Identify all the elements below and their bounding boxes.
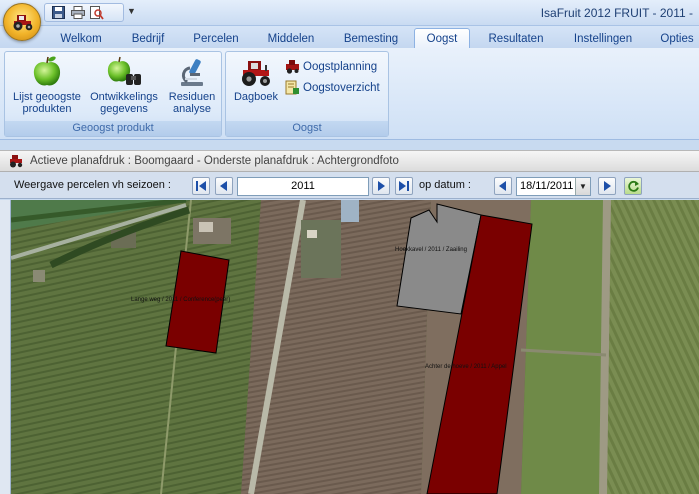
lijst-geoogste-produkten-button[interactable]: Lijst geoogste produkten	[8, 55, 86, 115]
date-value: 18/11/2011	[520, 180, 574, 192]
panel-title: Actieve planafdruk : Boomgaard - Onderst…	[30, 155, 399, 167]
last-season-button[interactable]	[395, 177, 413, 195]
dagboek-button[interactable]: Dagboek	[228, 55, 284, 103]
first-season-button[interactable]	[192, 177, 210, 195]
previous-icon	[499, 181, 506, 191]
season-input[interactable]: 2011	[237, 177, 369, 196]
tab-welkom[interactable]: Welkom	[56, 29, 106, 48]
group-caption-oogst: Oogst	[226, 121, 388, 136]
refresh-icon	[627, 180, 639, 192]
dagboek-label: Dagboek	[233, 91, 279, 103]
tractor-icon	[13, 15, 33, 31]
previous-season-button[interactable]	[215, 177, 233, 195]
tab-instellingen[interactable]: Instellingen	[566, 29, 640, 48]
window-title: IsaFruit 2012 FRUIT - 2011 -	[540, 6, 693, 20]
ribbon-tabs: Welkom Bedrijf Percelen Middelen Bemesti…	[0, 26, 699, 49]
map-view[interactable]: Lange weg / 2011 / Conference(peer) Hoek…	[11, 200, 699, 494]
lijst-geoogste-produkten-label: Lijst geoogste produkten	[13, 91, 81, 115]
planning-icon	[286, 60, 299, 74]
save-icon[interactable]	[51, 6, 66, 20]
oogstplanning-label: Oogstplanning	[303, 60, 378, 73]
oogstoverzicht-label: Oogstoverzicht	[303, 81, 380, 94]
print-icon[interactable]	[70, 6, 85, 20]
next-icon	[378, 181, 385, 191]
quick-access-toolbar	[44, 3, 124, 22]
previous-icon	[220, 181, 227, 191]
group-oogst: Dagboek Oogstplanning Oogstoverzicht Oog…	[225, 51, 389, 137]
oogstplanning-button[interactable]: Oogstplanning	[285, 59, 377, 74]
first-icon	[196, 181, 206, 191]
tab-resultaten[interactable]: Resultaten	[482, 29, 550, 48]
next-icon	[604, 181, 611, 191]
map-toolbar: Weergave percelen vh seizoen : 2011 op d…	[0, 172, 699, 199]
group-caption-geoogst-produkt: Geoogst produkt	[5, 121, 221, 136]
aerial-photo	[11, 200, 699, 494]
oogstoverzicht-button[interactable]: Oogstoverzicht	[285, 80, 380, 95]
green-apple-icon	[33, 56, 61, 86]
next-season-button[interactable]	[372, 177, 390, 195]
date-label: op datum :	[419, 179, 471, 191]
title-bar: ▼ IsaFruit 2012 FRUIT - 2011 -	[0, 0, 699, 26]
parcel-label-lange-weg: Lange weg / 2011 / Conference(peer)	[131, 297, 231, 303]
ribbon-panel: Lijst geoogste produkten Ontwikkelings g…	[0, 48, 699, 140]
ontwikkelings-gegevens-label: Ontwikkelings gegevens	[90, 91, 158, 115]
map-left-gutter	[0, 200, 11, 494]
last-icon	[399, 181, 409, 191]
season-label: Weergave percelen vh seizoen :	[14, 179, 171, 191]
residuen-analyse-button[interactable]: Residuen analyse	[163, 55, 221, 115]
residuen-analyse-label: Residuen analyse	[168, 91, 216, 115]
application-menu-button[interactable]	[3, 3, 41, 41]
parcel-label-hoekkavel: Hoekkavel / 2011 / Zaailing	[395, 247, 467, 253]
tractor-icon	[10, 155, 23, 168]
tractor-icon	[242, 61, 270, 86]
group-geoogst-produkt: Lijst geoogste produkten Ontwikkelings g…	[4, 51, 222, 137]
previous-date-button[interactable]	[494, 177, 512, 195]
print-preview-icon[interactable]	[89, 5, 104, 20]
tab-middelen[interactable]: Middelen	[262, 29, 320, 48]
refresh-button[interactable]	[624, 177, 642, 195]
chevron-down-icon[interactable]: ▼	[575, 178, 590, 195]
tab-percelen[interactable]: Percelen	[189, 29, 243, 48]
panel-header: Actieve planafdruk : Boomgaard - Onderst…	[0, 150, 699, 172]
tab-bemesting[interactable]: Bemesting	[338, 29, 404, 48]
ontwikkelings-gegevens-button[interactable]: Ontwikkelings gegevens	[85, 55, 163, 115]
tab-bedrijf[interactable]: Bedrijf	[124, 29, 172, 48]
customize-qat-icon[interactable]: ▼	[127, 6, 136, 16]
microscope-icon	[181, 59, 203, 86]
next-date-button[interactable]	[598, 177, 616, 195]
tab-oogst[interactable]: Oogst	[414, 28, 470, 49]
apple-binoculars-icon	[107, 56, 141, 85]
date-picker[interactable]: 18/11/2011 ▼	[516, 177, 591, 196]
overview-icon	[285, 80, 299, 95]
parcel-label-achter-de-hoeve: Achter de hoeve / 2011 / Appel	[425, 364, 507, 370]
tab-opties[interactable]: Opties	[656, 29, 698, 48]
